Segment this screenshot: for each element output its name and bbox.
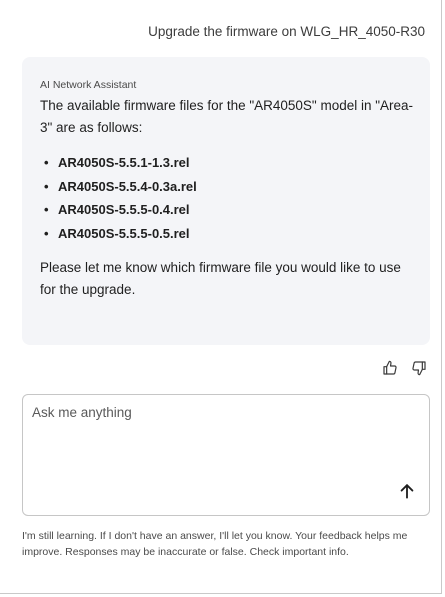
firmware-file-name: AR4050S-5.5.1-1.3.rel <box>58 155 190 170</box>
thumbs-up-icon[interactable] <box>382 360 398 376</box>
disclaimer-text: I'm still learning. If I don't have an a… <box>22 530 408 558</box>
firmware-file-list: • AR4050S-5.5.1-1.3.rel • AR4050S-5.5.4-0.… <box>40 151 414 245</box>
chat-input[interactable] <box>32 405 392 465</box>
firmware-file-name: AR4050S-5.5.4-0.3a.rel <box>58 178 197 194</box>
firmware-file-item: • AR4050S-5.5.1-1.3.rel <box>44 151 414 175</box>
chat-panel: Upgrade the firmware on WLG_HR_4050-R30 … <box>0 0 442 594</box>
firmware-file-item: • AR4050S-5.5.5-0.4.rel <box>44 198 414 222</box>
thumbs-down-icon[interactable] <box>411 360 427 376</box>
firmware-file-name: AR4050S-5.5.5-0.4.rel <box>58 202 190 217</box>
user-message: Upgrade the firmware on WLG_HR_4050-R30 <box>148 24 425 39</box>
firmware-file-item: • AR4050S-5.5.5-0.5.rel <box>44 222 414 246</box>
chat-composer <box>22 394 430 516</box>
assistant-sender-label: AI Network Assistant <box>40 79 137 91</box>
bullet-icon: • <box>44 202 49 217</box>
assistant-outro-text: Please let me know which firmware file y… <box>40 260 401 297</box>
bullet-icon: • <box>44 178 49 194</box>
send-button[interactable] <box>397 481 417 501</box>
feedback-bar <box>382 360 427 376</box>
bullet-icon: • <box>44 225 49 241</box>
bullet-icon: • <box>44 155 49 170</box>
assistant-message-card: AI Network Assistant The available firmw… <box>22 57 430 345</box>
assistant-intro-text: The available firmware files for the "AR… <box>40 98 414 135</box>
arrow-up-icon <box>400 484 414 499</box>
firmware-file-name: AR4050S-5.5.5-0.5.rel <box>58 225 190 241</box>
firmware-file-item: • AR4050S-5.5.4-0.3a.rel <box>44 175 414 199</box>
